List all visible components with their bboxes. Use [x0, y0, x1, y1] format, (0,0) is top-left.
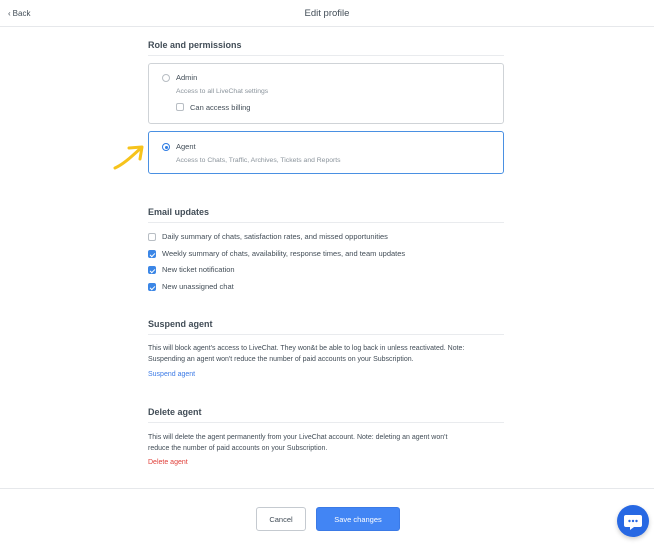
admin-radio[interactable] [162, 74, 170, 82]
suspend-line-2: Suspending an agent won't reduce the num… [148, 356, 414, 363]
billing-label: Can access billing [190, 103, 251, 112]
top-bar: ‹ Back Edit profile [0, 0, 654, 27]
delete-description: This will delete the agent permanently f… [148, 432, 504, 454]
email-option-label: New unassigned chat [162, 282, 234, 291]
chat-widget-button[interactable] [617, 505, 649, 537]
agent-label: Agent [176, 142, 196, 151]
page-title: Edit profile [304, 8, 350, 19]
admin-role-card[interactable]: Admin Access to all LiveChat settings Ca… [148, 63, 504, 124]
agent-radio[interactable] [162, 143, 170, 151]
ticket-notification-checkbox[interactable] [148, 266, 156, 274]
suspend-section-title: Suspend agent [148, 319, 504, 335]
email-option-label: New ticket notification [162, 265, 235, 274]
suspend-line-1: This will block agent's access to LiveCh… [148, 345, 465, 352]
email-option-label: Weekly summary of chats, availability, r… [162, 249, 406, 258]
email-option-label: Daily summary of chats, satisfaction rat… [162, 232, 388, 241]
role-section-title: Role and permissions [148, 40, 504, 56]
delete-section-title: Delete agent [148, 407, 504, 423]
agent-description: Access to Chats, Traffic, Archives, Tick… [176, 157, 341, 164]
suspend-agent-link[interactable]: Suspend agent [148, 371, 195, 378]
email-section-title: Email updates [148, 207, 504, 223]
delete-agent-link[interactable]: Delete agent [148, 459, 188, 466]
daily-summary-checkbox[interactable] [148, 233, 156, 241]
agent-role-card[interactable]: Agent Access to Chats, Traffic, Archives… [148, 131, 504, 174]
billing-checkbox[interactable] [176, 103, 184, 111]
suspend-description: This will block agent's access to LiveCh… [148, 343, 504, 365]
save-changes-button[interactable]: Save changes [316, 507, 400, 531]
cancel-button[interactable]: Cancel [256, 507, 306, 531]
weekly-summary-checkbox[interactable] [148, 250, 156, 258]
delete-line-1: This will delete the agent permanently f… [148, 434, 448, 441]
chat-bubble-icon [624, 515, 642, 530]
admin-label: Admin [176, 73, 198, 82]
unassigned-chat-checkbox[interactable] [148, 283, 156, 291]
delete-line-2: reduce the number of paid accounts on yo… [148, 445, 328, 452]
arrow-annotation-icon [113, 145, 144, 170]
admin-description: Access to all LiveChat settings [176, 88, 269, 95]
